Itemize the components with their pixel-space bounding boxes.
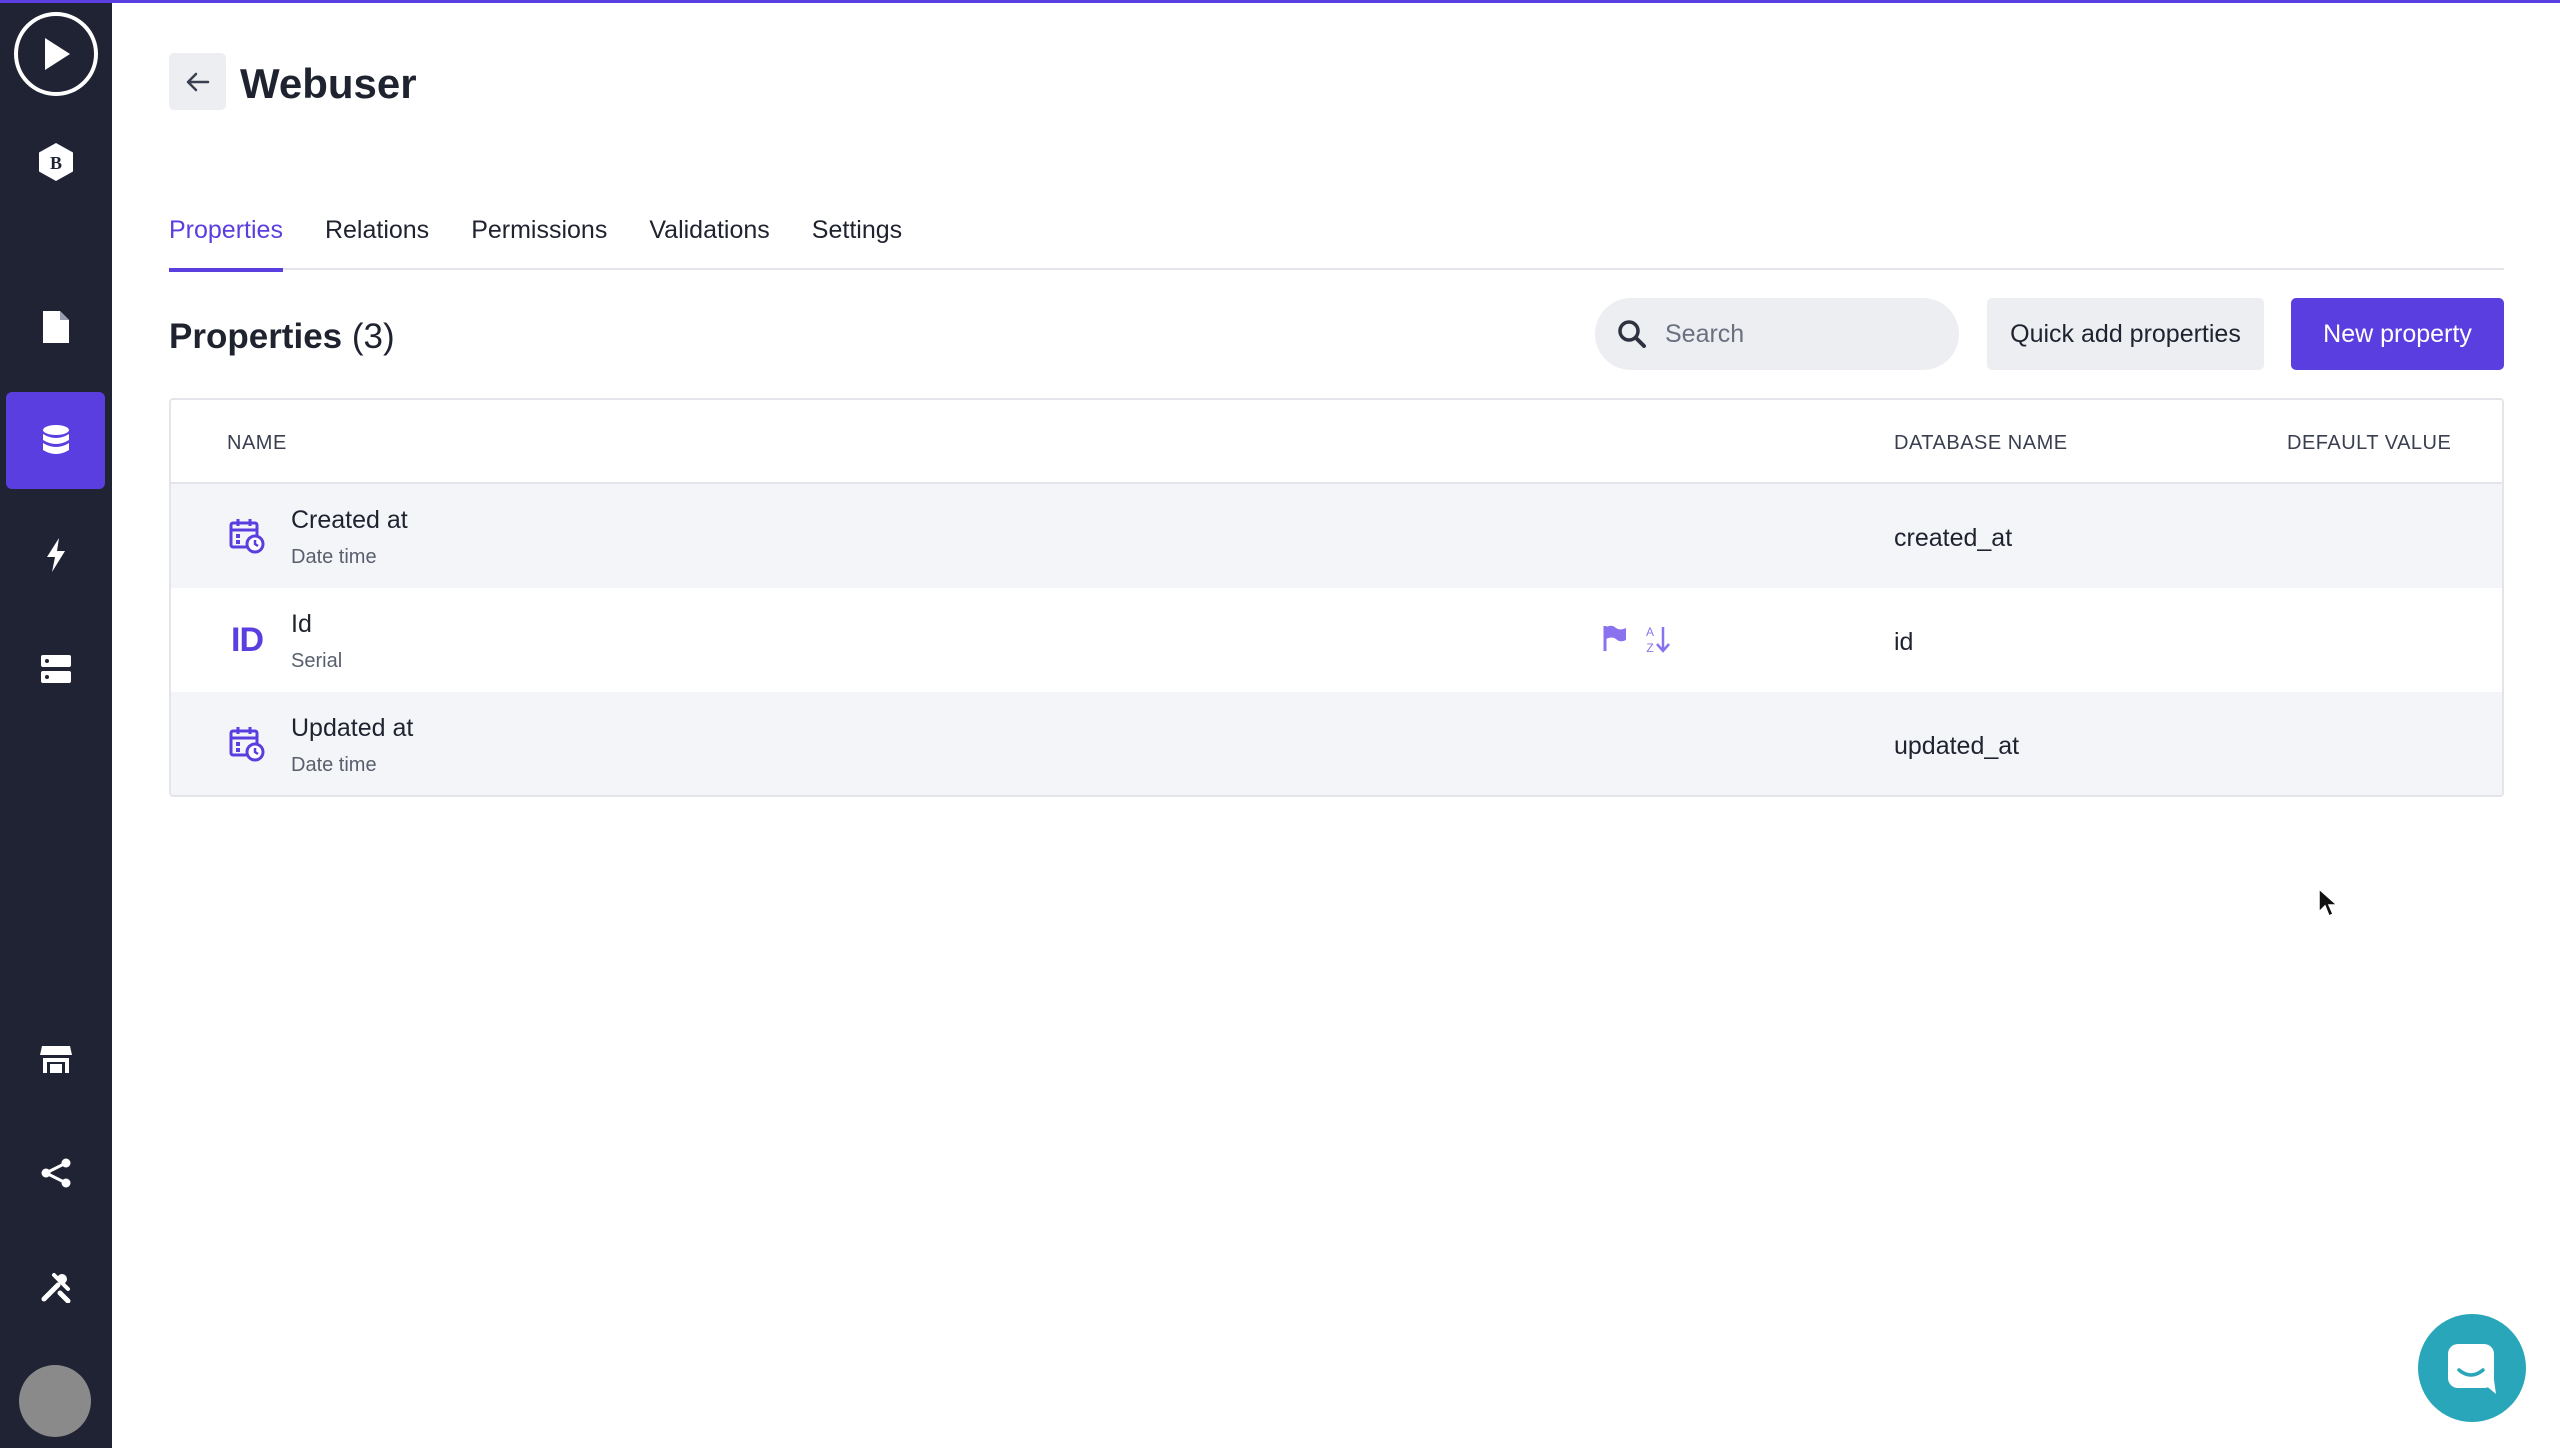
svg-text:A: A	[1646, 625, 1654, 639]
property-flags: A Z	[1601, 624, 1671, 654]
sidebar-item-brand[interactable]: B	[6, 113, 105, 210]
hexagon-b-icon: B	[38, 142, 73, 181]
calendar-clock-icon	[227, 724, 267, 764]
table-row[interactable]: Updated at Date time updated_at	[171, 692, 2502, 795]
property-db-name: id	[1894, 628, 1914, 656]
sort-alpha-icon: A Z	[1646, 625, 1670, 654]
flag-icon	[1603, 625, 1626, 651]
tab-validations[interactable]: Validations	[649, 210, 769, 270]
section-count: (3)	[351, 317, 395, 356]
column-header-default-value[interactable]: DEFAULT VALUE	[2287, 432, 2451, 455]
quick-add-properties-button[interactable]: Quick add properties	[1987, 298, 2264, 370]
sidebar-item-tools[interactable]	[6, 1238, 105, 1335]
section-title-text: Properties	[169, 317, 343, 356]
property-type: Date time	[291, 546, 377, 568]
top-accent-bar	[0, 0, 2560, 3]
id-icon: ID	[227, 620, 267, 660]
sidebar-item-actions[interactable]	[6, 506, 105, 603]
lightning-icon	[46, 537, 65, 572]
user-avatar[interactable]	[19, 1365, 91, 1437]
play-icon	[45, 38, 70, 70]
table-header: NAME DATABASE NAME DEFAULT VALUE	[171, 400, 2502, 484]
chat-launcher-button[interactable]	[2418, 1314, 2526, 1422]
section-title: Properties (3)	[169, 314, 395, 360]
property-name: Updated at	[291, 714, 414, 742]
back-button[interactable]	[169, 53, 226, 110]
property-type: Date time	[291, 754, 377, 776]
sidebar-item-data-model[interactable]	[6, 392, 105, 489]
tools-icon	[41, 1272, 70, 1303]
page-title: Webuser	[240, 60, 417, 107]
chat-icon	[2448, 1344, 2496, 1394]
properties-table: NAME DATABASE NAME DEFAULT VALUE Created…	[169, 398, 2504, 797]
share-icon	[41, 1158, 70, 1187]
column-header-database-name[interactable]: DATABASE NAME	[1894, 432, 2068, 455]
server-icon	[40, 654, 71, 683]
property-name: Id	[291, 610, 312, 638]
tab-properties[interactable]: Properties	[169, 210, 283, 272]
property-name: Created at	[291, 506, 408, 534]
database-icon	[42, 424, 69, 454]
sidebar-item-share[interactable]	[6, 1124, 105, 1221]
property-db-name: created_at	[1894, 524, 2013, 552]
arrow-left-icon	[186, 72, 209, 91]
tab-relations[interactable]: Relations	[325, 210, 429, 270]
sidebar: B	[0, 0, 112, 1448]
main-content: Webuser Properties Relations Permissions…	[112, 0, 2560, 1448]
sidebar-item-pages[interactable]	[6, 278, 105, 375]
search-box[interactable]	[1595, 298, 1959, 370]
column-header-name[interactable]: NAME	[227, 432, 287, 455]
tab-settings[interactable]: Settings	[812, 210, 902, 270]
tab-bar: Properties Relations Permissions Validat…	[169, 210, 2504, 272]
sidebar-item-store[interactable]	[6, 1010, 105, 1107]
new-property-button[interactable]: New property	[2291, 298, 2504, 370]
store-icon	[39, 1045, 72, 1073]
table-row[interactable]: ID Id Serial A Z id	[171, 588, 2502, 692]
search-input[interactable]	[1663, 318, 1943, 350]
svg-text:B: B	[49, 153, 61, 173]
play-logo-button[interactable]	[14, 12, 98, 96]
property-type: Serial	[291, 650, 343, 672]
tab-permissions[interactable]: Permissions	[471, 210, 607, 270]
calendar-clock-icon	[227, 516, 267, 556]
sidebar-item-servers[interactable]	[6, 620, 105, 717]
property-db-name: updated_at	[1894, 732, 2020, 760]
svg-text:Z: Z	[1646, 641, 1653, 654]
search-icon	[1618, 320, 1646, 348]
mouse-cursor-icon	[2318, 887, 2339, 918]
file-icon	[42, 310, 69, 343]
table-row[interactable]: Created at Date time created_at	[171, 484, 2502, 588]
id-icon-label: ID	[231, 620, 264, 659]
